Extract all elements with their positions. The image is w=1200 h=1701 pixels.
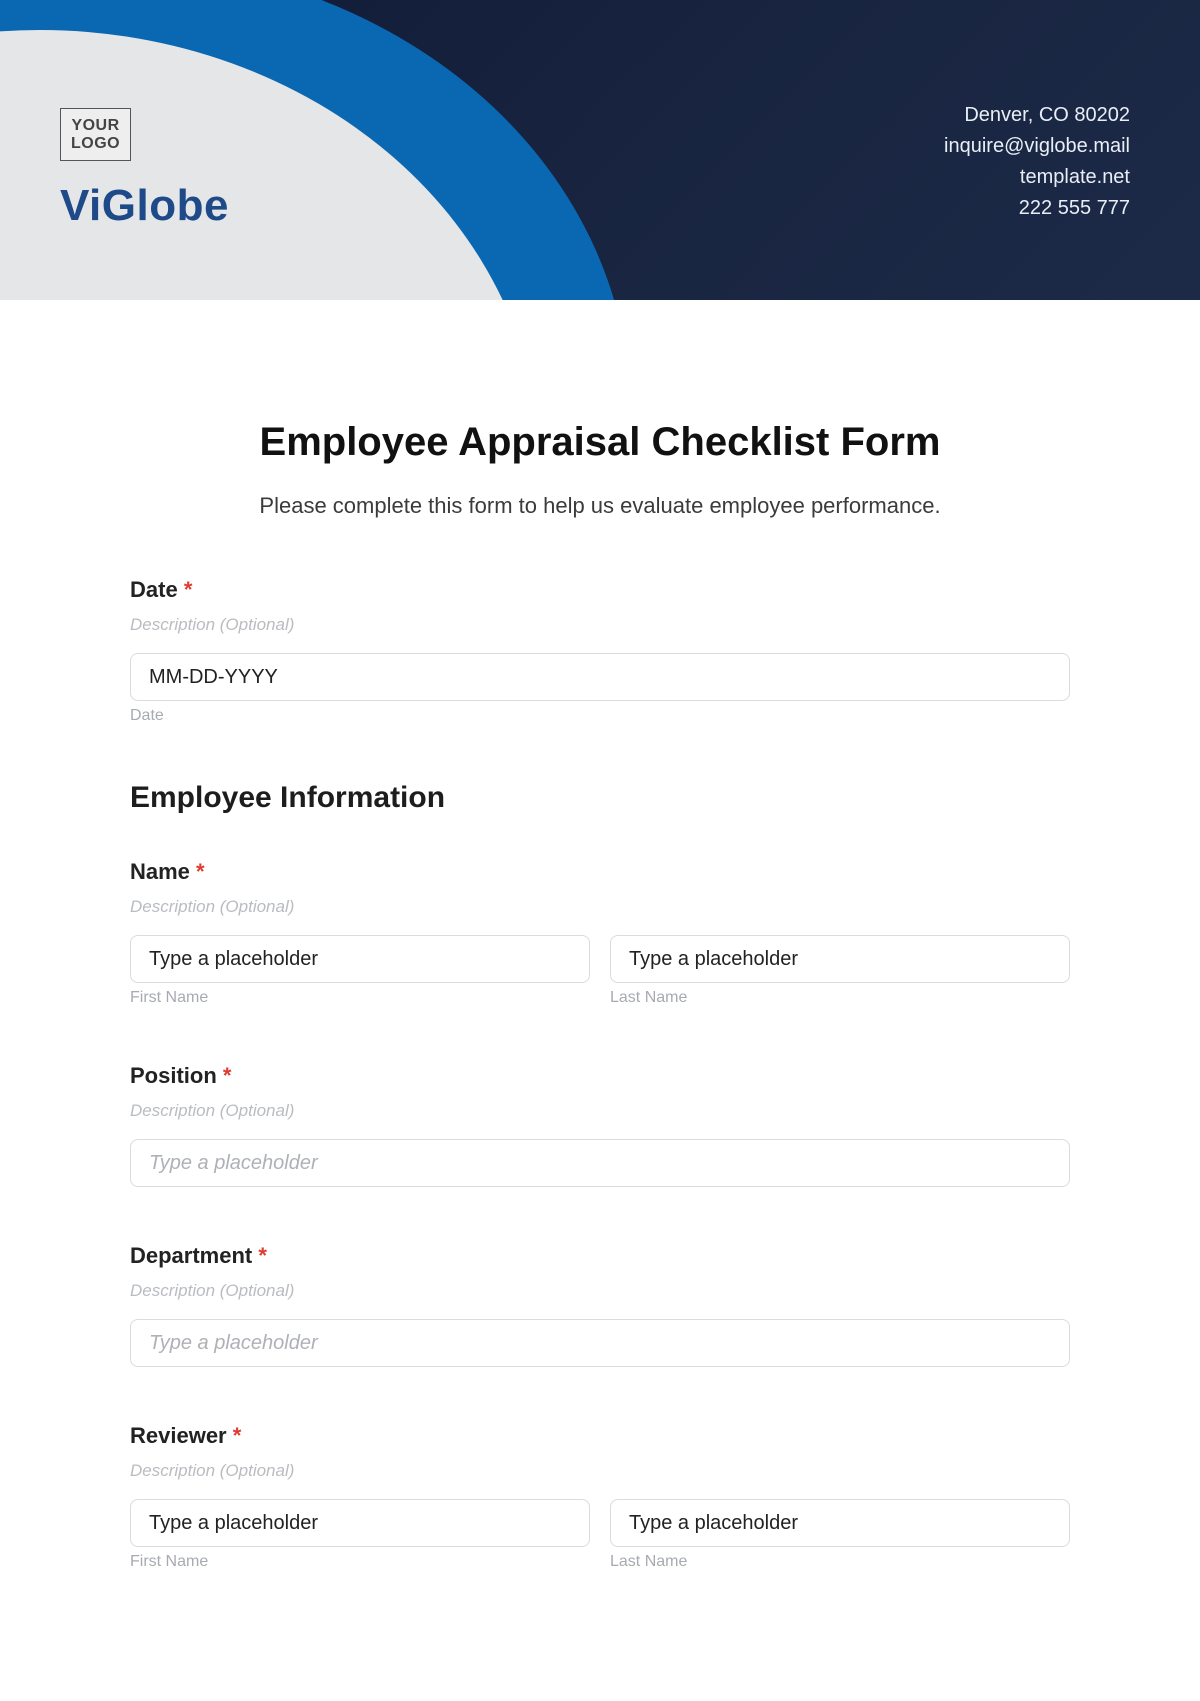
sublabel-reviewer-last: Last Name <box>610 1553 1070 1571</box>
label-department: Department * <box>130 1243 1070 1269</box>
field-department: Department * Description (Optional) <box>130 1243 1070 1367</box>
contact-address: Denver, CO 80202 <box>944 100 1130 131</box>
required-marker: * <box>223 1063 232 1088</box>
label-name: Name * <box>130 859 1070 885</box>
input-date[interactable] <box>130 653 1070 701</box>
col-first-name: First Name <box>130 935 590 1007</box>
help-date: Description (Optional) <box>130 615 1070 635</box>
reviewer-cols: First Name Last Name <box>130 1499 1070 1571</box>
field-name: Name * Description (Optional) First Name… <box>130 859 1070 1007</box>
field-date: Date * Description (Optional) Date <box>130 577 1070 725</box>
form-subtitle: Please complete this form to help us eva… <box>130 493 1070 519</box>
help-position: Description (Optional) <box>130 1101 1070 1121</box>
sublabel-reviewer-first: First Name <box>130 1553 590 1571</box>
input-first-name[interactable] <box>130 935 590 983</box>
required-marker: * <box>184 577 193 602</box>
field-position: Position * Description (Optional) <box>130 1063 1070 1187</box>
col-reviewer-first: First Name <box>130 1499 590 1571</box>
label-department-text: Department <box>130 1243 252 1268</box>
help-name: Description (Optional) <box>130 897 1070 917</box>
input-department[interactable] <box>130 1319 1070 1367</box>
col-last-name: Last Name <box>610 935 1070 1007</box>
section-employee-info: Employee Information <box>130 781 1070 815</box>
input-position[interactable] <box>130 1139 1070 1187</box>
input-reviewer-first[interactable] <box>130 1499 590 1547</box>
required-marker: * <box>258 1243 267 1268</box>
label-date: Date * <box>130 577 1070 603</box>
help-reviewer: Description (Optional) <box>130 1461 1070 1481</box>
header-banner: YOURLOGO ViGlobe Denver, CO 80202 inquir… <box>0 0 1200 300</box>
label-date-text: Date <box>130 577 178 602</box>
form-title: Employee Appraisal Checklist Form <box>130 420 1070 465</box>
help-department: Description (Optional) <box>130 1281 1070 1301</box>
contact-website: template.net <box>944 162 1130 193</box>
col-reviewer-last: Last Name <box>610 1499 1070 1571</box>
contact-email: inquire@viglobe.mail <box>944 131 1130 162</box>
sublabel-first-name: First Name <box>130 989 590 1007</box>
page: YOURLOGO ViGlobe Denver, CO 80202 inquir… <box>0 0 1200 1701</box>
label-name-text: Name <box>130 859 190 884</box>
name-cols: First Name Last Name <box>130 935 1070 1007</box>
contact-block: Denver, CO 80202 inquire@viglobe.mail te… <box>944 100 1130 224</box>
field-reviewer: Reviewer * Description (Optional) First … <box>130 1423 1070 1571</box>
contact-phone: 222 555 777 <box>944 193 1130 224</box>
required-marker: * <box>233 1423 242 1448</box>
sublabel-last-name: Last Name <box>610 989 1070 1007</box>
label-reviewer: Reviewer * <box>130 1423 1070 1449</box>
label-position: Position * <box>130 1063 1070 1089</box>
logo-block: YOURLOGO ViGlobe <box>60 108 229 231</box>
logo-placeholder: YOURLOGO <box>60 108 131 161</box>
input-reviewer-last[interactable] <box>610 1499 1070 1547</box>
sublabel-date: Date <box>130 707 1070 725</box>
label-position-text: Position <box>130 1063 217 1088</box>
brand-name: ViGlobe <box>60 181 229 231</box>
required-marker: * <box>196 859 205 884</box>
input-last-name[interactable] <box>610 935 1070 983</box>
form-body: Employee Appraisal Checklist Form Please… <box>0 300 1200 1571</box>
label-reviewer-text: Reviewer <box>130 1423 227 1448</box>
